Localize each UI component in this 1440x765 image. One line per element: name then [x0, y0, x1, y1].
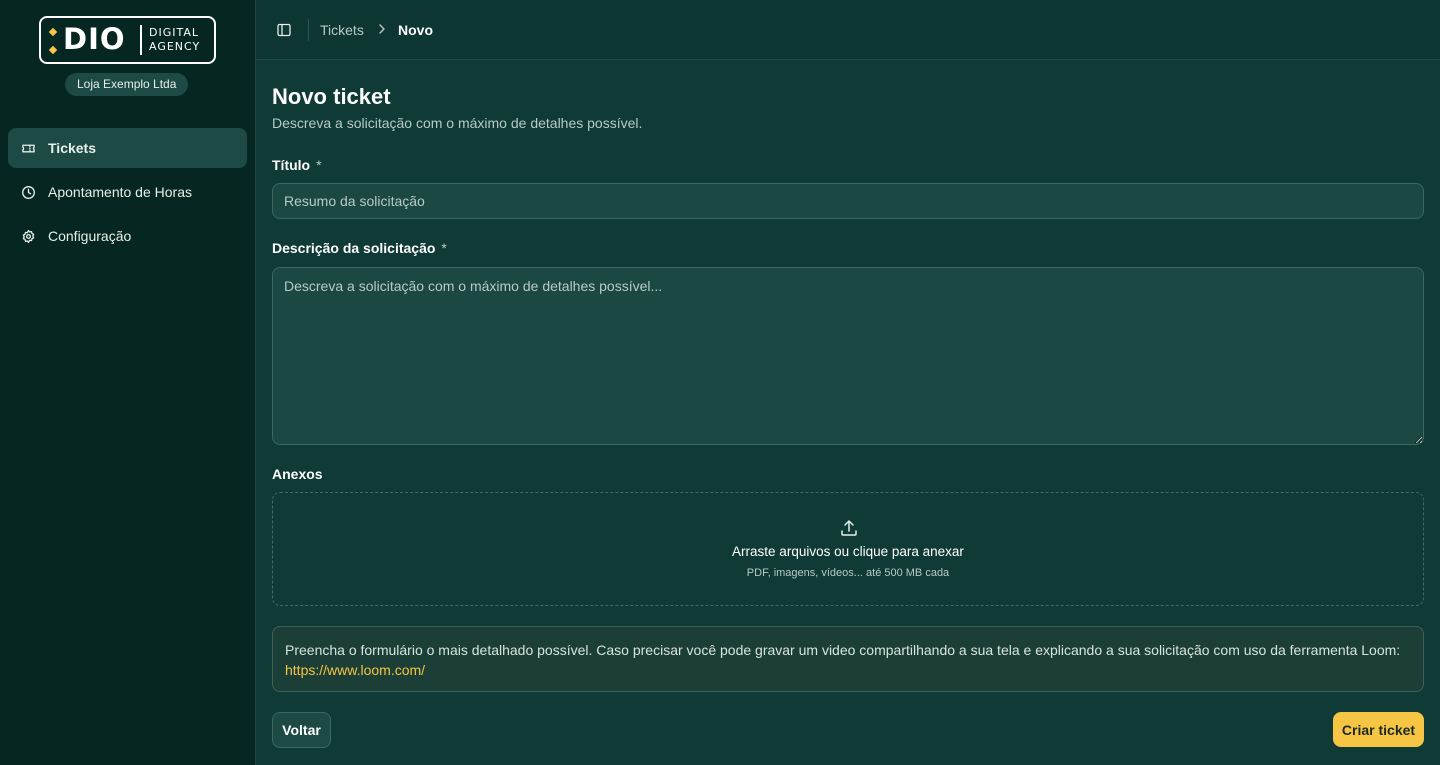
top-bar: Tickets Novo — [256, 0, 1440, 60]
sidebar-item-label: Apontamento de Horas — [48, 184, 192, 200]
sidebar-item-label: Configuração — [48, 228, 132, 244]
topbar-divider — [308, 19, 309, 41]
logo-separator — [140, 25, 142, 55]
company-badge: Loja Exemplo Ltda — [65, 73, 189, 96]
breadcrumb-current: Novo — [398, 22, 433, 38]
sidebar-item-configuracao[interactable]: Configuração — [8, 216, 247, 256]
attachments-dropzone[interactable]: Arraste arquivos ou clique para anexar P… — [272, 492, 1424, 606]
sidebar-nav: Tickets Apontamento de Horas Configuraçã… — [8, 128, 247, 260]
logo-subtitle: DIGITAL AGENCY — [149, 26, 213, 54]
sidebar: DIO DIGITAL AGENCY Loja Exemplo Ltda Tic… — [0, 0, 256, 765]
description-textarea[interactable] — [272, 267, 1424, 445]
clock-icon — [22, 185, 35, 199]
description-label-text: Descrição da solicitação — [272, 240, 436, 256]
page-title: Novo ticket — [272, 84, 391, 109]
notice-text: Preencha o formulário o mais detalhado p… — [285, 642, 1401, 658]
required-mark: * — [441, 240, 447, 256]
logo-sub-line1: DIGITAL — [149, 26, 200, 39]
dropzone-title: Arraste arquivos ou clique para anexar — [732, 544, 964, 559]
upload-icon — [841, 520, 857, 536]
gear-icon — [22, 229, 35, 243]
back-button[interactable]: Voltar — [272, 712, 331, 748]
title-label: Título * — [272, 157, 322, 173]
required-mark: * — [316, 157, 322, 173]
logo-dots-icon — [48, 27, 58, 55]
create-ticket-button[interactable]: Criar ticket — [1333, 712, 1424, 747]
loom-notice: Preencha o formulário o mais detalhado p… — [272, 626, 1424, 692]
dropzone-hint: PDF, imagens, vídeos... até 500 MB cada — [746, 567, 950, 579]
page-subtitle: Descreva a solicitação com o máximo de d… — [272, 115, 643, 131]
sidebar-item-label: Tickets — [48, 140, 96, 156]
sidebar-toggle-icon[interactable] — [276, 22, 292, 38]
logo-sub-line2: AGENCY — [149, 40, 201, 53]
description-label: Descrição da solicitação * — [272, 240, 447, 256]
sidebar-item-tickets[interactable]: Tickets — [8, 128, 247, 168]
breadcrumb-tickets-link[interactable]: Tickets — [320, 22, 364, 38]
ticket-icon — [22, 144, 35, 152]
logo-word: DIO — [63, 22, 126, 56]
sidebar-item-apontamento-de-horas[interactable]: Apontamento de Horas — [8, 172, 247, 212]
loom-link[interactable]: https://www.loom.com/ — [285, 662, 425, 678]
chevron-right-icon — [379, 24, 385, 34]
title-input[interactable] — [272, 183, 1424, 219]
dio-logo[interactable]: DIO DIGITAL AGENCY — [39, 16, 216, 64]
attachments-label: Anexos — [272, 466, 323, 482]
title-label-text: Título — [272, 157, 311, 173]
